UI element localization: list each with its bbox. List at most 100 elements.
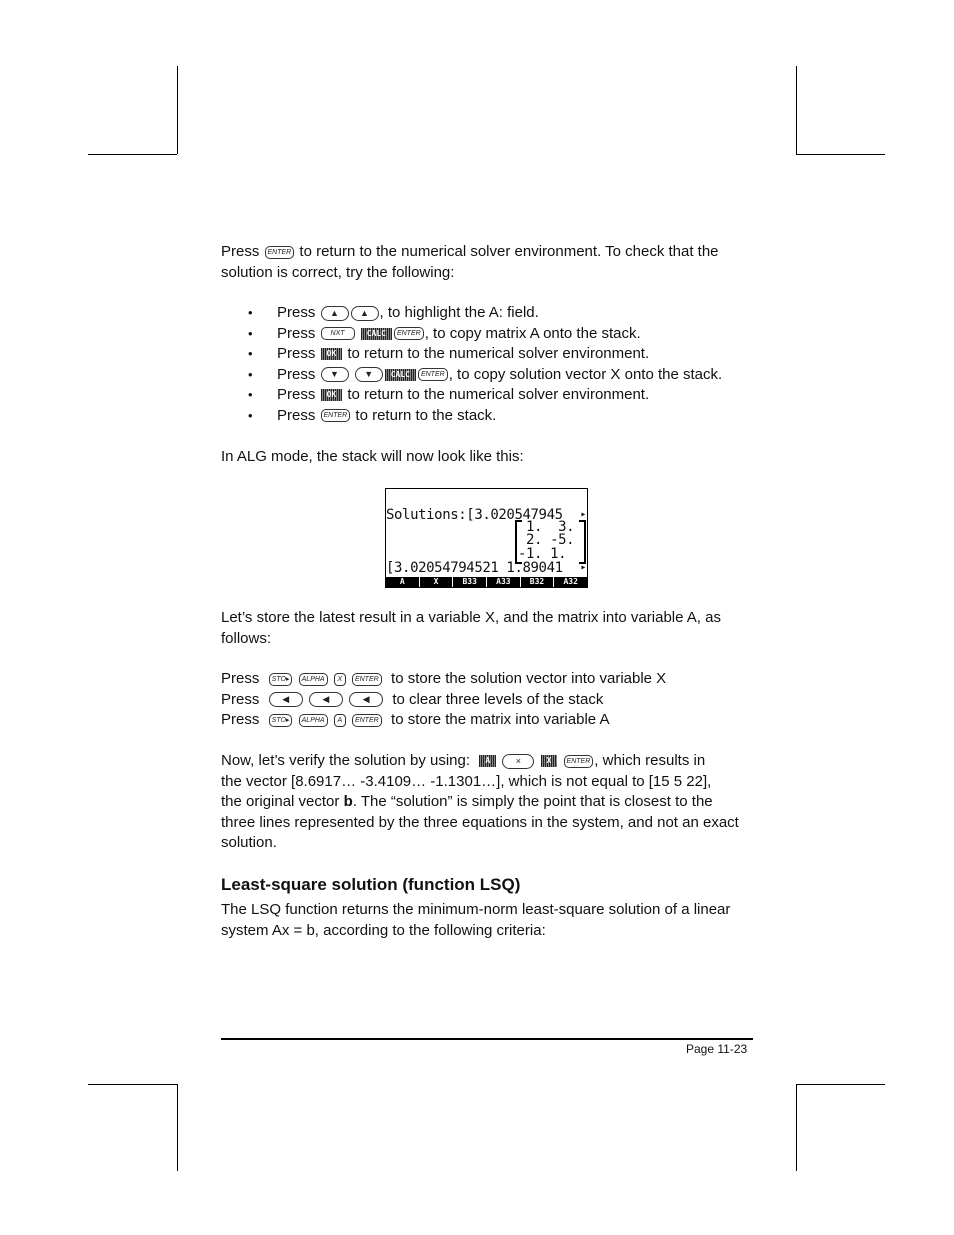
store-steps: Press STO▸ ALPHA X ENTER to store the so… — [221, 669, 756, 731]
press-label: Press — [277, 386, 316, 403]
x-key-icon: X — [333, 672, 346, 686]
page-number: Page 11-23 — [686, 1042, 748, 1056]
up-arrow-key-icon: ▲ — [320, 305, 349, 321]
section-line1: The LSQ function returns the minimum-nor… — [221, 901, 731, 918]
bullet-text: to return to the numerical solver enviro… — [347, 345, 650, 362]
verify-line3: the original vector — [221, 793, 344, 811]
store-intro-paragraph: Let’s store the latest result in a varia… — [221, 608, 756, 649]
section-heading: Least-square solution (function LSQ) — [221, 875, 521, 894]
enter-key-icon: ENTER — [351, 713, 382, 727]
matrix-row: 2. -5. — [526, 532, 575, 548]
store-step: Press STO▸ ALPHA A ENTER to store the ma… — [221, 710, 756, 731]
bullet-item: • Press NXT CALC ENTER , to copy matrix … — [248, 324, 722, 345]
sto-key-icon: STO▸ — [268, 713, 293, 727]
bullet-dot: • — [248, 346, 253, 361]
bullet-dot: • — [248, 387, 253, 402]
press-label: Press — [277, 345, 316, 362]
crop-mark-bottom-right-vertical — [796, 1084, 797, 1171]
bullet-dot: • — [248, 407, 253, 423]
overflow-arrow-icon: ▸ — [580, 562, 586, 573]
backspace-key-icon: ◀ — [349, 692, 384, 708]
enter-key-icon: ENTER — [351, 672, 382, 686]
press-label: Press — [277, 365, 316, 383]
crop-mark-top-left-horizontal — [88, 154, 177, 155]
footer-rule — [221, 1038, 753, 1040]
crop-mark-top-right-horizontal — [796, 154, 885, 155]
enter-key-icon: ENTER — [563, 754, 594, 768]
calc-softkey-icon: CALC — [384, 368, 416, 381]
alpha-key-icon: ALPHA — [298, 672, 328, 686]
calculator-screen: Solutions:[3.020547945 ▸ 1. 3. 2. -5. -1… — [385, 488, 588, 588]
bullet-text: to return to the numerical solver enviro… — [347, 386, 650, 403]
enter-key-icon: ENTER — [320, 409, 351, 423]
softkey-a32[interactable]: A32 — [553, 577, 587, 587]
bullet-text: , to copy solution vector X onto the sta… — [448, 365, 723, 383]
verify-line4: three lines represented by the three equ… — [221, 813, 739, 831]
multiply-key-icon: × — [502, 753, 535, 769]
sto-key-icon: STO▸ — [268, 672, 293, 686]
crop-mark-bottom-left-horizontal — [88, 1084, 177, 1085]
press-label: Press — [221, 670, 260, 687]
a-softkey-icon: A — [479, 755, 497, 768]
enter-key-icon: ENTER — [393, 327, 424, 341]
down-arrow-key-icon: ▼ — [354, 367, 383, 383]
vector-b-bold: b — [343, 793, 353, 811]
crop-mark-top-right-vertical — [796, 66, 797, 154]
verify-line2: the vector [8.6917… -3.4109… -1.1301…], … — [221, 772, 712, 790]
matrix-row: -1. 1. — [518, 546, 567, 562]
press-label: Press — [277, 406, 316, 424]
ok-softkey-icon: OK — [320, 389, 343, 402]
crop-mark-bottom-right-horizontal — [796, 1084, 885, 1085]
bullet-item: • Press OK to return to the numerical so… — [248, 385, 722, 406]
press-label: Press — [221, 711, 260, 729]
softkey-b32[interactable]: B32 — [519, 577, 554, 587]
matrix-right-bracket — [579, 520, 586, 564]
press-label: Press — [221, 690, 260, 708]
store-step-text: to store the matrix into variable A — [391, 711, 610, 729]
softkey-b33[interactable]: B33 — [452, 577, 486, 587]
softkey-x[interactable]: X — [418, 577, 453, 587]
nxt-key-icon: NXT — [320, 327, 355, 341]
store-intro-line1: Let’s store the latest result in a varia… — [221, 609, 721, 626]
crop-mark-bottom-left-vertical — [177, 1084, 178, 1171]
store-step: Press STO▸ ALPHA X ENTER to store the so… — [221, 669, 756, 690]
softkey-a[interactable]: A — [386, 577, 419, 587]
store-step-text: to store the solution vector into variab… — [391, 670, 667, 687]
crop-mark-top-left-vertical — [177, 66, 178, 154]
bullet-item: • Press ENTER to return to the stack. — [248, 406, 722, 427]
intro-paragraph: Press ENTER to return to the numerical s… — [221, 242, 756, 283]
enter-key-icon: ENTER — [417, 368, 448, 382]
softkey-menu-bar: A X B33 A33 B32 A32 — [386, 577, 587, 587]
alg-mode-paragraph: In ALG mode, the stack will now look lik… — [221, 448, 524, 465]
bullet-text: , to highlight the A: field. — [379, 304, 539, 321]
alpha-key-icon: ALPHA — [298, 713, 328, 727]
store-intro-line2: follows: — [221, 629, 272, 647]
bullet-dot: • — [248, 305, 253, 320]
bullet-text: to return to the stack. — [355, 406, 497, 424]
press-label: Press — [221, 243, 260, 260]
bullet-dot: • — [248, 325, 253, 341]
backspace-key-icon: ◀ — [308, 692, 343, 708]
backspace-key-icon: ◀ — [268, 692, 303, 708]
press-label: Press — [277, 324, 316, 342]
verify-paragraph: Now, let’s verify the solution by using:… — [221, 751, 756, 854]
bullet-item: • Press ▼ ▼ CALC ENTER , to copy solutio… — [248, 365, 722, 386]
bullet-dot: • — [248, 366, 253, 382]
calc-softkey-icon: CALC — [360, 327, 392, 340]
verify-text: , which results in — [594, 752, 706, 769]
bullet-item: • Press OK to return to the numerical so… — [248, 344, 722, 365]
store-step-text: to clear three levels of the stack — [392, 690, 604, 708]
intro-text-line2: solution is correct, try the following: — [221, 263, 455, 281]
store-step: Press ◀ ◀ ◀ to clear three levels of the… — [221, 690, 756, 711]
intro-text-line1: to return to the numerical solver enviro… — [299, 243, 719, 260]
steps-bullet-list: • Press ▲ ▲ , to highlight the A: field.… — [248, 303, 722, 426]
section-line2: system Ax = b, according to the followin… — [221, 921, 546, 939]
down-arrow-key-icon: ▼ — [320, 367, 349, 383]
softkey-a33[interactable]: A33 — [486, 577, 520, 587]
bullet-text: , to copy matrix A onto the stack. — [424, 324, 641, 342]
ok-softkey-icon: OK — [320, 348, 343, 361]
verify-line3-cont: . The “solution” is simply the point tha… — [352, 793, 713, 811]
screen-result-vector-line: [3.02054794521 1.89041 — [386, 560, 563, 576]
enter-key-icon: ENTER — [264, 245, 295, 259]
a-key-icon: A — [333, 713, 346, 727]
